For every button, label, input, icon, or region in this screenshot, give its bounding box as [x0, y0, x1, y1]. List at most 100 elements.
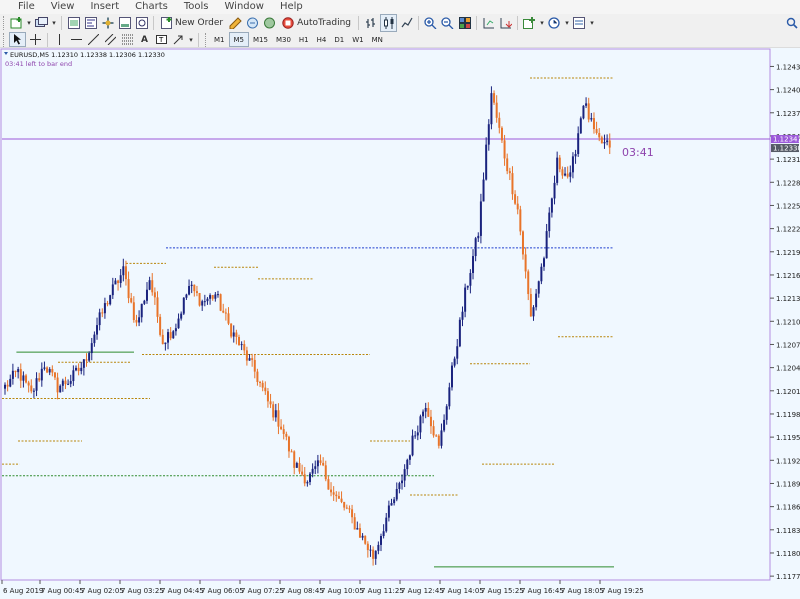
dropdown-arrow-icon[interactable]: ▾ — [26, 15, 32, 31]
strategy-tester-icon[interactable] — [134, 15, 149, 31]
tile-windows-icon[interactable] — [457, 15, 472, 31]
candle-body — [96, 325, 99, 335]
equidistant-channel-icon[interactable] — [103, 32, 118, 48]
timeframe-m5[interactable]: M5 — [228, 32, 249, 47]
new-chart-icon[interactable] — [9, 15, 24, 31]
candle-body — [485, 144, 488, 180]
metaeditor-icon[interactable] — [228, 15, 243, 31]
candle-body — [461, 311, 464, 320]
candle-body — [429, 416, 432, 427]
toolbar-grip[interactable] — [205, 32, 208, 47]
candlestick-icon[interactable] — [380, 14, 397, 32]
dropdown-arrow-icon[interactable]: ▾ — [564, 15, 570, 31]
candle-body — [550, 198, 553, 213]
menu-help[interactable]: Help — [272, 0, 311, 14]
candle-body — [256, 371, 259, 382]
timeframe-m30[interactable]: M30 — [272, 33, 295, 46]
toolbar-grip[interactable] — [3, 16, 6, 30]
timeframe-h4[interactable]: H4 — [313, 33, 331, 46]
candle-body — [156, 297, 159, 317]
dropdown-arrow-icon[interactable]: ▾ — [188, 32, 194, 48]
y-tick-label: 1.11835 — [776, 527, 800, 535]
candle-body — [130, 298, 133, 303]
terminal-icon[interactable] — [117, 15, 132, 31]
candle-body — [445, 406, 448, 420]
periods-icon[interactable] — [547, 15, 562, 31]
vertical-line-icon[interactable] — [52, 32, 67, 48]
candle-body — [406, 459, 409, 470]
candle-body — [490, 93, 493, 125]
y-tick-label: 1.11865 — [776, 504, 800, 512]
timeframe-h1[interactable]: H1 — [295, 33, 313, 46]
arrows-icon[interactable] — [171, 32, 186, 48]
candle-body — [382, 531, 385, 537]
candle-body — [403, 469, 406, 481]
menu-charts[interactable]: Charts — [127, 0, 176, 14]
trendline-icon[interactable] — [86, 32, 101, 48]
timeframe-w1[interactable]: W1 — [348, 33, 367, 46]
text-tool-icon[interactable]: A — [137, 32, 152, 48]
candle-body — [122, 266, 125, 276]
search-icon[interactable] — [784, 15, 799, 31]
navigator-icon[interactable] — [100, 15, 115, 31]
candle-body — [198, 293, 201, 306]
dropdown-arrow-icon[interactable]: ▾ — [539, 15, 545, 31]
timeframe-m15[interactable]: M15 — [249, 33, 272, 46]
zoom-out-icon[interactable] — [440, 15, 455, 31]
candle-body — [143, 300, 146, 304]
chart-shift-icon[interactable] — [481, 15, 496, 31]
menu-insert[interactable]: Insert — [82, 0, 127, 14]
autotrading-label: AutoTrading — [297, 18, 351, 28]
candle-body — [519, 209, 522, 232]
profiles-icon[interactable] — [34, 15, 49, 31]
cursor-icon[interactable] — [9, 32, 26, 47]
autoscroll-icon[interactable] — [498, 15, 513, 31]
line-chart-icon[interactable] — [399, 15, 414, 31]
crosshair-icon[interactable] — [28, 32, 43, 48]
timeframe-m1[interactable]: M1 — [210, 33, 229, 46]
new-order-button[interactable]: New Order — [158, 15, 226, 31]
horizontal-line-icon[interactable] — [69, 32, 84, 48]
bar-chart-icon[interactable] — [363, 15, 378, 31]
menu-file[interactable]: File — [0, 0, 43, 14]
market-watch-icon[interactable] — [66, 15, 81, 31]
candle-body — [172, 331, 175, 339]
ask-price-label: 1.12330 — [773, 145, 800, 153]
candle-body — [595, 129, 598, 133]
indicators-icon[interactable] — [522, 15, 537, 31]
candle-body — [424, 407, 427, 412]
candlestick-chart[interactable]: 1.124351.124051.123751.123451.123151.122… — [0, 48, 800, 599]
text-label-icon[interactable]: T — [154, 32, 169, 48]
templates-icon[interactable] — [572, 15, 587, 31]
autotrading-button[interactable]: AutoTrading — [279, 15, 354, 31]
dropdown-arrow-icon[interactable]: ▾ — [51, 15, 57, 31]
candle-body — [503, 140, 506, 159]
y-tick-label: 1.12015 — [776, 388, 800, 396]
candle-body — [427, 407, 430, 417]
candle-body — [235, 332, 238, 337]
candle-body — [188, 286, 191, 295]
candle-body — [603, 142, 606, 144]
chart-window[interactable]: 1.124351.124051.123751.123451.123151.122… — [0, 48, 800, 599]
candle-body — [140, 303, 143, 318]
timeframe-d1[interactable]: D1 — [330, 33, 348, 46]
candle-body — [340, 498, 343, 502]
market-icon[interactable] — [262, 15, 277, 31]
data-window-icon[interactable] — [83, 15, 98, 31]
candle-body — [209, 295, 212, 299]
menu-window[interactable]: Window — [217, 0, 272, 14]
toolbar-grip[interactable] — [3, 32, 6, 47]
zoom-in-icon[interactable] — [423, 15, 438, 31]
fibonacci-icon[interactable] — [120, 32, 135, 48]
dropdown-arrow-icon[interactable]: ▾ — [589, 15, 595, 31]
x-tick-label: 7 Aug 12:45 — [401, 587, 444, 595]
candle-body — [482, 179, 485, 202]
y-tick-label: 1.12045 — [776, 365, 800, 373]
candle-body — [477, 235, 480, 239]
candle-body — [230, 323, 233, 337]
menu-tools[interactable]: Tools — [176, 0, 217, 14]
x-tick-label: 7 Aug 14:05 — [441, 587, 484, 595]
timeframe-mn[interactable]: MN — [368, 33, 387, 46]
signals-icon[interactable] — [245, 15, 260, 31]
menu-view[interactable]: View — [43, 0, 83, 14]
